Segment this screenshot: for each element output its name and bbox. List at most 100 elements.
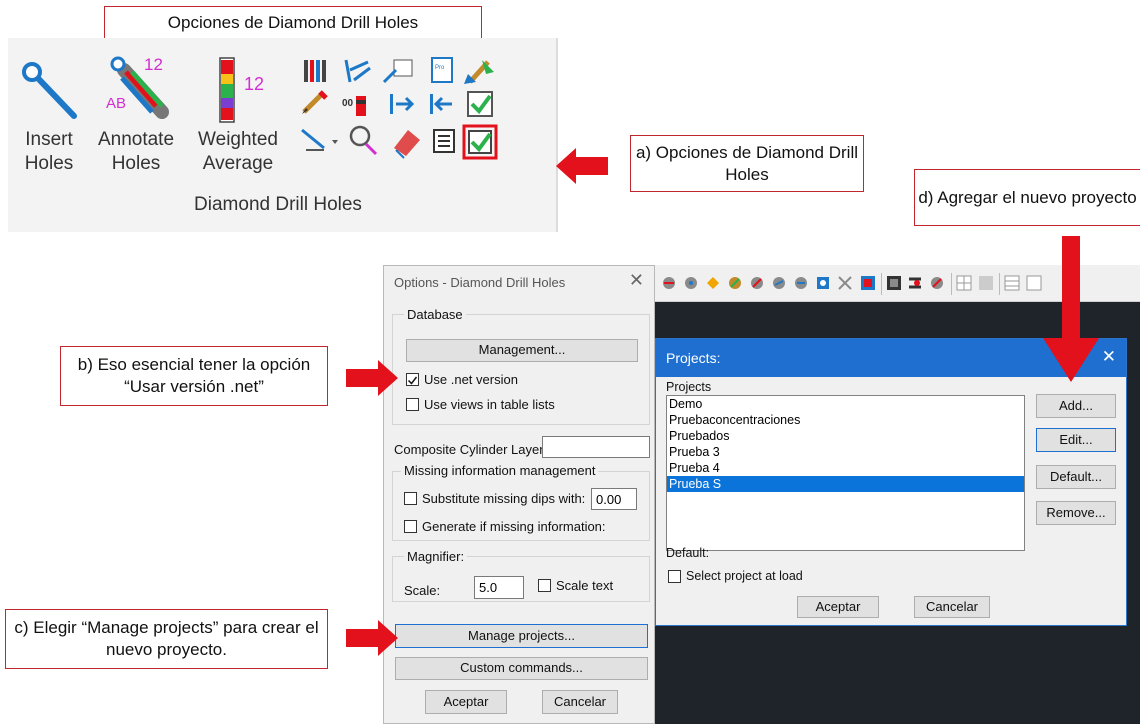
- magnifier-label: Magnifier:: [404, 549, 468, 564]
- ribbon-panel: Insert Holes 12 AB Annotate Holes 12 Wei…: [8, 38, 558, 232]
- ribbon-title-text: Opciones de Diamond Drill Holes: [167, 13, 419, 32]
- weighted-average-icon[interactable]: 12: [212, 56, 282, 126]
- toolbar-tool-icon[interactable]: [795, 277, 807, 289]
- toolbar-tool-icon[interactable]: [861, 276, 875, 290]
- toolbar-tool-icon[interactable]: [817, 277, 829, 289]
- move-right-icon[interactable]: [390, 94, 415, 114]
- list-item[interactable]: Prueba 4: [667, 460, 1024, 476]
- add-project-button[interactable]: Add...: [1036, 394, 1116, 418]
- list-item[interactable]: Demo: [667, 396, 1024, 412]
- projects-close-icon[interactable]: ✕: [1102, 347, 1116, 367]
- default-label: Default:: [666, 546, 710, 560]
- check-small-icon[interactable]: [467, 91, 493, 117]
- options-close-icon[interactable]: ✕: [629, 270, 644, 291]
- toolbar-tool-icon[interactable]: [887, 276, 901, 290]
- toolbar-separator: [881, 273, 882, 295]
- toolbar-tool-icon[interactable]: [685, 277, 697, 289]
- pencil-icon[interactable]: [302, 90, 328, 114]
- generate-missing-checkbox[interactable]: [404, 520, 417, 533]
- toolbar-separator: [999, 273, 1000, 295]
- substitute-missing-label: Substitute missing dips with:: [422, 491, 586, 506]
- projects-list[interactable]: Demo Pruebaconcentraciones Pruebados Pru…: [666, 395, 1025, 551]
- use-net-checkbox[interactable]: [406, 373, 419, 386]
- generate-missing-label: Generate if missing information:: [422, 519, 606, 534]
- project-icon[interactable]: Pro: [431, 57, 453, 83]
- select-at-load-checkbox[interactable]: [668, 570, 681, 583]
- svg-text:Pro: Pro: [435, 65, 445, 71]
- options-check-button[interactable]: [462, 124, 498, 160]
- weighted-badge-12: 12: [244, 74, 264, 94]
- projects-list-label: Projects: [666, 380, 712, 394]
- management-button[interactable]: Management...: [406, 339, 638, 362]
- toolbar-tool-icon[interactable]: [931, 277, 943, 289]
- options-dialog: Options - Diamond Drill Holes ✕ Database…: [383, 265, 655, 724]
- scale-label: Scale:: [404, 583, 441, 598]
- projects-accept-button[interactable]: Aceptar: [797, 596, 879, 618]
- projects-title: Projects:: [666, 350, 721, 366]
- toolbar-tool-icon[interactable]: [838, 276, 852, 290]
- arrow-c-icon: [346, 620, 398, 656]
- toolbar-tool-icon[interactable]: [979, 276, 993, 290]
- missing-info-label: Missing information management: [401, 463, 599, 478]
- custom-commands-button[interactable]: Custom commands...: [395, 657, 648, 680]
- toolbar-tool-icon[interactable]: [956, 275, 972, 291]
- toolbar-tool-icon[interactable]: [707, 277, 719, 289]
- measure-dropdown-icon[interactable]: [301, 128, 338, 151]
- composite-cylinder-label: Composite Cylinder Layer: [394, 442, 544, 457]
- edit-note-icon[interactable]: [382, 59, 413, 84]
- default-project-button[interactable]: Default...: [1036, 465, 1116, 489]
- callout-d: d) Agregar el nuevo proyecto: [914, 169, 1140, 226]
- composite-cylinder-input[interactable]: [542, 436, 650, 458]
- list-item-selected[interactable]: Prueba S: [667, 476, 1024, 492]
- report-list-icon[interactable]: [433, 129, 455, 153]
- remove-project-button[interactable]: Remove...: [1036, 501, 1116, 525]
- toolbar-tool-icon[interactable]: [729, 277, 741, 289]
- manage-projects-button[interactable]: Manage projects...: [395, 624, 648, 648]
- magnifier-icon[interactable]: [349, 125, 378, 156]
- move-left-icon[interactable]: [430, 94, 452, 114]
- insert-holes-icon[interactable]: [18, 60, 88, 128]
- toolbar-tool-icon[interactable]: [1026, 275, 1042, 291]
- draw-section-icon[interactable]: [344, 59, 371, 83]
- scale-text-label: Scale text: [556, 578, 614, 593]
- options-dialog-title: Options - Diamond Drill Holes: [394, 275, 566, 290]
- column-display-icon[interactable]: [304, 60, 326, 82]
- annotate-holes-button[interactable]: Annotate Holes: [90, 128, 182, 176]
- substitute-missing-checkbox[interactable]: [404, 492, 417, 505]
- toolbar-separator: [951, 273, 952, 295]
- paint-brush-icon[interactable]: [464, 60, 494, 84]
- eraser-icon[interactable]: [394, 130, 420, 159]
- toolbar-tool-icon[interactable]: [909, 277, 921, 289]
- scale-input[interactable]: [474, 576, 524, 599]
- projects-cancel-button[interactable]: Cancelar: [914, 596, 990, 618]
- ribbon-group-label: Diamond Drill Holes: [194, 194, 362, 215]
- select-at-load-label: Select project at load: [686, 569, 803, 583]
- toolbar-tool-icon[interactable]: [751, 277, 763, 289]
- use-views-label: Use views in table lists: [424, 397, 555, 412]
- use-views-checkbox[interactable]: [406, 398, 419, 411]
- callout-b: b) Eso esencial tener la opción “Usar ve…: [60, 346, 328, 406]
- substitute-value-input[interactable]: [591, 488, 637, 510]
- toolbar-tool-icon[interactable]: [663, 277, 675, 289]
- table-values-icon[interactable]: 00: [342, 96, 366, 116]
- toolbar-tool-icon[interactable]: [773, 277, 785, 289]
- edit-project-button[interactable]: Edit...: [1036, 428, 1116, 452]
- svg-text:00: 00: [342, 98, 354, 109]
- annotate-badge-12: 12: [144, 56, 163, 74]
- callout-c: c) Elegir “Manage projects” para crear e…: [5, 609, 328, 669]
- use-net-label: Use .net version: [424, 372, 518, 387]
- options-accept-button[interactable]: Aceptar: [425, 690, 507, 714]
- list-item[interactable]: Pruebados: [667, 428, 1024, 444]
- annotate-holes-icon[interactable]: 12 AB: [104, 56, 176, 126]
- options-cancel-button[interactable]: Cancelar: [542, 690, 618, 714]
- insert-holes-button[interactable]: Insert Holes: [14, 128, 84, 176]
- ribbon-title-callout: Opciones de Diamond Drill Holes: [104, 6, 482, 40]
- weighted-average-button[interactable]: Weighted Average: [188, 128, 288, 176]
- list-item[interactable]: Pruebaconcentraciones: [667, 412, 1024, 428]
- small-tools-grid: Pro 00: [301, 57, 498, 160]
- toolbar-tool-icon[interactable]: [1004, 275, 1020, 291]
- arrow-d-icon: [1043, 236, 1099, 382]
- scale-text-checkbox[interactable]: [538, 579, 551, 592]
- annotate-badge-ab: AB: [106, 95, 126, 112]
- list-item[interactable]: Prueba 3: [667, 444, 1024, 460]
